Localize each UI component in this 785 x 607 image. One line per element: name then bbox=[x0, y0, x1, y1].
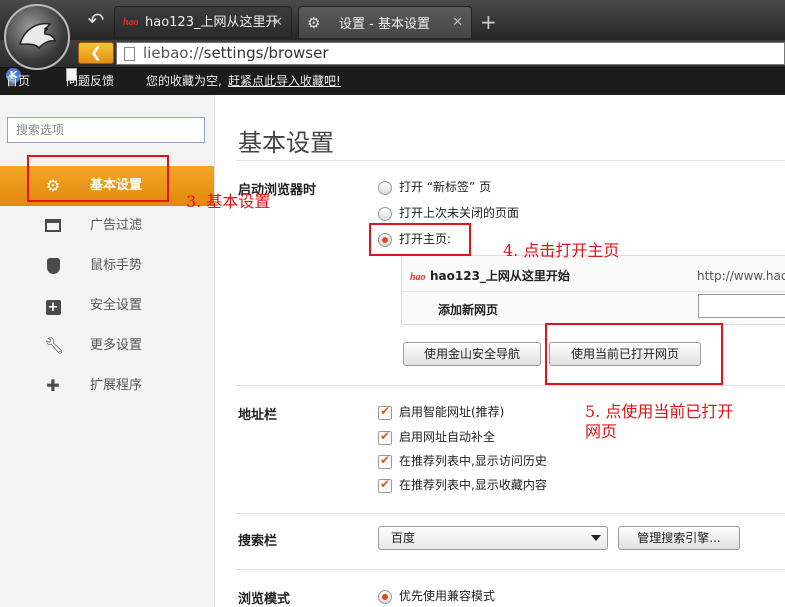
sidebar-item-label: 鼠标手势 bbox=[90, 258, 143, 273]
back-button[interactable]: ❮ bbox=[78, 42, 114, 64]
option-label: 在推荐列表中,显示收藏内容 bbox=[399, 478, 547, 492]
address-bar: ❮ liebao://settings/browser bbox=[0, 40, 785, 68]
settings-search-input[interactable]: 搜索选项 bbox=[7, 117, 205, 143]
sidebar-item-label: 扩展程序 bbox=[90, 378, 143, 393]
back-arrow-icon[interactable]: ↶ bbox=[84, 8, 108, 32]
liebao-logo[interactable] bbox=[4, 4, 70, 70]
homepage-list: hao hao123_上网从这里开始 http://www.hao 添加新网页 bbox=[401, 255, 785, 325]
radio-button[interactable] bbox=[378, 206, 392, 221]
bookmark-feedback-label: 问题反馈 bbox=[66, 74, 115, 88]
bookmark-bar: K 首页 问题反馈 您的收藏为空, 赶紧点此导入收藏吧! bbox=[0, 68, 785, 95]
use-kingsoft-nav-button[interactable]: 使用金山安全导航 bbox=[403, 342, 541, 366]
option-label: 优先使用兼容模式 bbox=[399, 589, 496, 603]
hao123-favicon-icon: hao bbox=[410, 272, 426, 283]
startup-option-restore[interactable]: 打开上次未关闭的页面 bbox=[378, 204, 519, 221]
address-option-favorites[interactable]: 在推荐列表中,显示收藏内容 bbox=[378, 476, 547, 493]
annotation-step3: 3. 基本设置 bbox=[186, 192, 271, 211]
page-icon bbox=[124, 47, 135, 61]
tab-settings-label: 设置 - 基本设置 bbox=[339, 17, 430, 32]
radio-button[interactable] bbox=[378, 180, 392, 195]
sidebar-item-security[interactable]: + 安全设置 bbox=[0, 286, 214, 326]
url-path: settings/browser bbox=[203, 44, 329, 62]
homepage-name: hao123_上网从这里开始 bbox=[430, 269, 570, 283]
chevron-down-icon bbox=[591, 535, 601, 541]
checkbox[interactable] bbox=[378, 404, 392, 420]
checkbox[interactable] bbox=[378, 477, 392, 493]
title-bar: ↶ haohao123_上网从这里开始 ✕ ⚙ 设置 - 基本设置 ✕ + bbox=[0, 0, 785, 62]
sidebar-item-mouse-gesture[interactable]: 鼠标手势 bbox=[0, 246, 214, 286]
homepage-url: http://www.hao bbox=[697, 269, 785, 283]
add-page-label: 添加新网页 bbox=[438, 303, 499, 317]
plus-shield-icon: + bbox=[44, 298, 62, 315]
page-title: 基本设置 bbox=[238, 129, 334, 157]
add-page-input[interactable] bbox=[698, 294, 785, 318]
option-label: 启用智能网址(推荐) bbox=[399, 405, 505, 419]
tab-hao123[interactable]: haohao123_上网从这里开始 ✕ bbox=[114, 6, 292, 62]
sidebar-item-extensions[interactable]: ✚ 扩展程序 bbox=[0, 366, 214, 406]
highlight-box-use-current bbox=[545, 323, 723, 385]
sidebar-item-adblock[interactable]: 广告过滤 bbox=[0, 206, 214, 246]
url-scheme: liebao:// bbox=[143, 44, 204, 62]
checkbox[interactable] bbox=[378, 453, 392, 469]
tab-close-icon[interactable]: ✕ bbox=[272, 7, 283, 39]
divider bbox=[402, 291, 785, 292]
address-option-history[interactable]: 在推荐列表中,显示访问历史 bbox=[378, 452, 547, 469]
new-tab-plus-icon[interactable]: + bbox=[480, 10, 497, 34]
annotation-step5-line2: 网页 bbox=[585, 422, 618, 441]
radio-button-selected[interactable] bbox=[378, 589, 392, 604]
startup-option-newtab[interactable]: 打开 “新标签” 页 bbox=[378, 178, 491, 195]
divider bbox=[236, 385, 785, 386]
divider bbox=[236, 569, 785, 570]
option-label: 启用网址自动补全 bbox=[399, 430, 496, 444]
address-option-smart-url[interactable]: 启用智能网址(推荐) bbox=[378, 403, 504, 420]
puzzle-icon: ✚ bbox=[46, 376, 60, 395]
highlight-box-basic bbox=[27, 155, 169, 202]
annotation-step4: 4. 点击打开主页 bbox=[503, 241, 620, 260]
search-engine-select[interactable]: 百度 bbox=[378, 526, 608, 550]
gear-icon: ⚙ bbox=[307, 14, 321, 32]
tab-close-icon[interactable]: ✕ bbox=[452, 7, 463, 39]
highlight-box-homepage bbox=[369, 223, 471, 256]
browse-mode-compat-option[interactable]: 优先使用兼容模式 bbox=[378, 587, 495, 604]
wrench-icon: 🔧︎ bbox=[44, 336, 65, 355]
manage-search-engines-button[interactable]: 管理搜索引擎... bbox=[618, 526, 740, 550]
option-label: 打开 “新标签” 页 bbox=[399, 180, 492, 194]
option-label: 打开上次未关闭的页面 bbox=[399, 206, 520, 220]
search-engine-value: 百度 bbox=[391, 531, 416, 545]
option-label: 在推荐列表中,显示访问历史 bbox=[399, 454, 547, 468]
hao123-favicon-icon: hao bbox=[123, 16, 139, 28]
tab-settings[interactable]: ⚙ 设置 - 基本设置 ✕ bbox=[298, 6, 472, 38]
bookmark-home-label: 首页 bbox=[6, 74, 31, 88]
sidebar-item-label: 广告过滤 bbox=[90, 218, 143, 233]
divider bbox=[236, 160, 785, 161]
sidebar-item-label: 安全设置 bbox=[90, 298, 143, 313]
search-bar-label: 搜索栏 bbox=[238, 534, 278, 549]
url-input[interactable]: liebao://settings/browser bbox=[116, 42, 785, 65]
checkbox[interactable] bbox=[378, 429, 392, 445]
browse-mode-label: 浏览模式 bbox=[238, 592, 291, 607]
import-bookmarks-link[interactable]: 赶紧点此导入收藏吧! bbox=[228, 68, 341, 95]
sidebar-item-label: 更多设置 bbox=[90, 338, 143, 353]
bookmark-empty-message: 您的收藏为空, bbox=[146, 74, 222, 88]
window-icon bbox=[44, 218, 62, 234]
address-option-autocomplete[interactable]: 启用网址自动补全 bbox=[378, 428, 495, 445]
divider bbox=[236, 513, 785, 514]
mouse-icon bbox=[44, 258, 62, 274]
cheetah-logo-icon bbox=[19, 22, 57, 50]
address-bar-label: 地址栏 bbox=[238, 408, 278, 423]
sidebar-item-more[interactable]: 🔧︎ 更多设置 bbox=[0, 326, 214, 366]
